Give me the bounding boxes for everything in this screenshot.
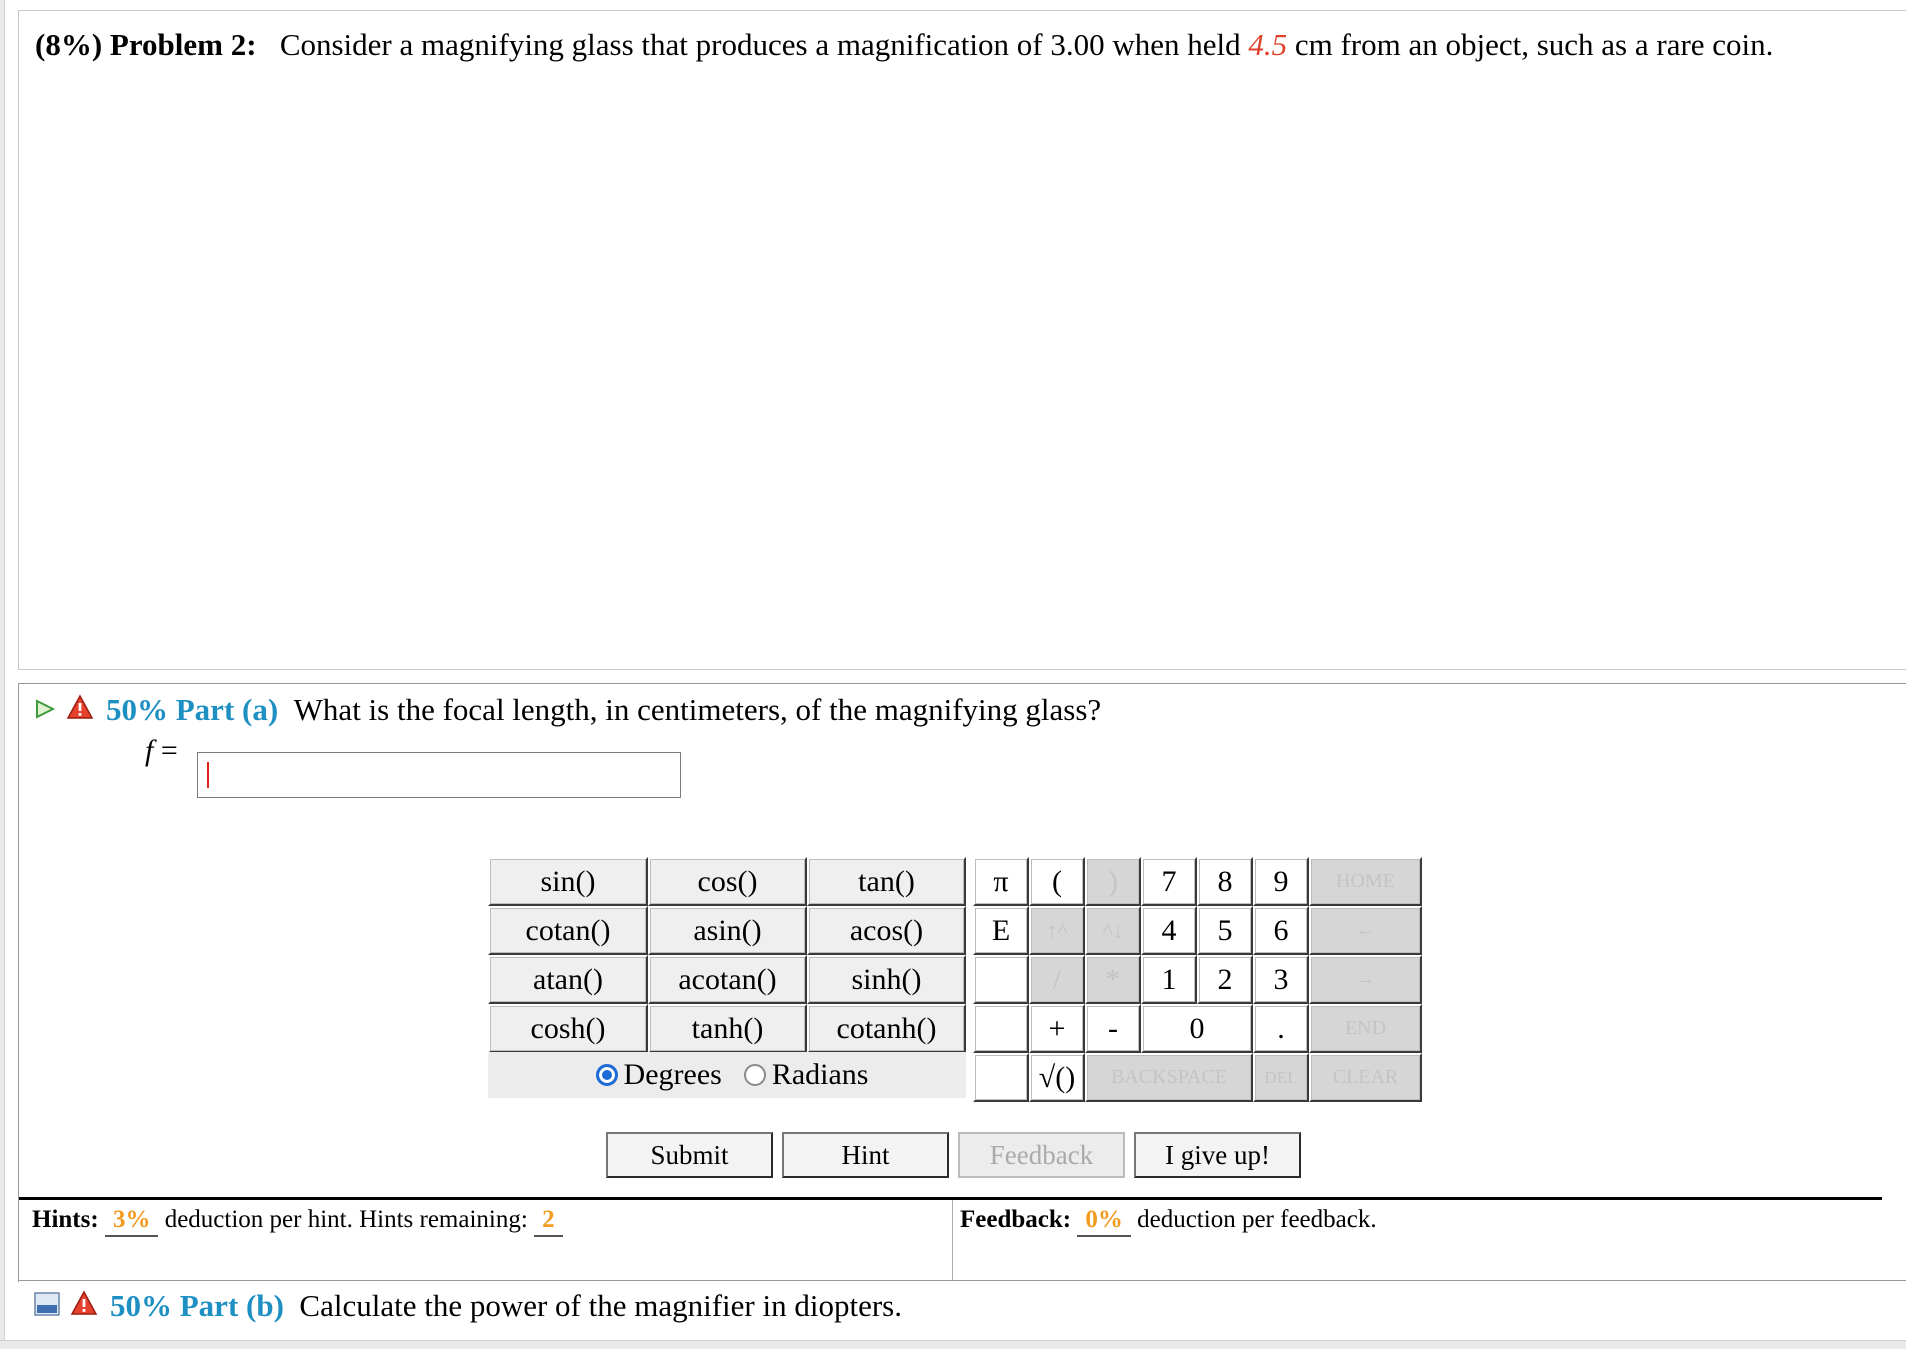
- key-blank-1: [973, 955, 1029, 1004]
- key-sin[interactable]: sin(): [488, 857, 648, 906]
- key-divide[interactable]: /: [1029, 955, 1085, 1004]
- key-acos[interactable]: acos(): [807, 906, 966, 955]
- key-dot[interactable]: .: [1253, 1004, 1309, 1053]
- degrees-radio[interactable]: [595, 1064, 618, 1086]
- hints-label: Hints:: [32, 1206, 99, 1233]
- hints-remaining: 2: [534, 1205, 563, 1237]
- hints-info: Hints: 3% deduction per hint. Hints rema…: [32, 1205, 563, 1237]
- hints-text: deduction per hint. Hints remaining:: [158, 1206, 535, 1233]
- problem-text-after: cm from an object, such as a rare coin.: [1287, 27, 1774, 62]
- feedback-text: deduction per feedback.: [1130, 1206, 1377, 1233]
- key-close-paren[interactable]: ): [1085, 857, 1141, 906]
- key-0[interactable]: 0: [1141, 1004, 1253, 1053]
- key-tan[interactable]: tan(): [807, 857, 966, 906]
- key-sqrt[interactable]: √(): [1029, 1053, 1085, 1102]
- key-end[interactable]: END: [1309, 1004, 1422, 1053]
- problem-percent: (8%): [35, 27, 103, 62]
- key-blank-2: [973, 1004, 1029, 1053]
- key-8[interactable]: 8: [1197, 857, 1253, 906]
- key-cos[interactable]: cos(): [648, 857, 807, 906]
- feedback-deduction: 0%: [1077, 1205, 1131, 1237]
- warning-icon-b: [70, 1288, 98, 1324]
- key-pi[interactable]: π: [973, 857, 1029, 906]
- answer-input[interactable]: [197, 752, 681, 798]
- warning-icon: [66, 692, 94, 728]
- degrees-label: Degrees: [623, 1058, 722, 1091]
- part-b-label: Part (b): [179, 1288, 284, 1323]
- key-backspace[interactable]: BACKSPACE: [1085, 1053, 1253, 1102]
- part-a-percent: 50%: [106, 692, 168, 727]
- problem-label: Problem 2:: [109, 27, 257, 62]
- key-7[interactable]: 7: [1141, 857, 1197, 906]
- expand-panel-icon[interactable]: [34, 1288, 60, 1324]
- key-9[interactable]: 9: [1253, 857, 1309, 906]
- key-caret-down[interactable]: ^↓: [1085, 906, 1141, 955]
- key-multiply[interactable]: *: [1085, 955, 1141, 1004]
- problem-box: (8%) Problem 2: Consider a magnifying gl…: [18, 10, 1906, 670]
- part-b-divider: [18, 1280, 1906, 1281]
- key-caret-up[interactable]: ↑^: [1029, 906, 1085, 955]
- problem-text-before: Consider a magnifying glass that produce…: [279, 27, 1249, 62]
- key-blank-3: [973, 1053, 1029, 1102]
- answer-label: f =: [145, 734, 178, 768]
- play-arrow-icon[interactable]: [34, 692, 56, 728]
- answer-equals: =: [153, 734, 178, 767]
- radians-label: Radians: [771, 1058, 869, 1091]
- key-del[interactable]: DEL: [1253, 1053, 1309, 1102]
- key-atan[interactable]: atan(): [488, 955, 648, 1004]
- key-acotan[interactable]: acotan(): [648, 955, 807, 1004]
- key-plus[interactable]: +: [1029, 1004, 1085, 1053]
- radians-radio[interactable]: [743, 1064, 766, 1086]
- feedback-label: Feedback:: [960, 1206, 1072, 1233]
- problem-variable: 4.5: [1248, 27, 1288, 62]
- key-sinh[interactable]: sinh(): [807, 955, 966, 1004]
- window-left-frame: [0, 0, 5, 1348]
- hint-button[interactable]: Hint: [782, 1132, 949, 1178]
- feedback-info: Feedback: 0% deduction per feedback.: [960, 1205, 1377, 1237]
- key-open-paren[interactable]: (: [1029, 857, 1085, 906]
- part-a-label: Part (a): [175, 692, 279, 727]
- text-caret: [207, 762, 209, 788]
- key-4[interactable]: 4: [1141, 906, 1197, 955]
- feedback-button[interactable]: Feedback: [958, 1132, 1125, 1178]
- key-cosh[interactable]: cosh(): [488, 1004, 648, 1053]
- part-a-question: What is the focal length, in centimeters…: [293, 692, 1102, 727]
- key-6[interactable]: 6: [1253, 906, 1309, 955]
- key-e[interactable]: E: [973, 906, 1029, 955]
- key-left-arrow[interactable]: ←: [1309, 906, 1422, 955]
- key-minus[interactable]: -: [1085, 1004, 1141, 1053]
- key-asin[interactable]: asin(): [648, 906, 807, 955]
- key-clear[interactable]: CLEAR: [1309, 1053, 1422, 1102]
- submit-button[interactable]: Submit: [606, 1132, 773, 1178]
- key-3[interactable]: 3: [1253, 955, 1309, 1004]
- key-cotanh[interactable]: cotanh(): [807, 1004, 966, 1053]
- key-2[interactable]: 2: [1197, 955, 1253, 1004]
- key-1[interactable]: 1: [1141, 955, 1197, 1004]
- key-home[interactable]: HOME: [1309, 857, 1422, 906]
- part-b-question: Calculate the power of the magnifier in …: [299, 1288, 902, 1323]
- key-5[interactable]: 5: [1197, 906, 1253, 955]
- part-a-header: 50% Part (a) What is the focal length, i…: [34, 692, 1101, 728]
- problem-statement: (8%) Problem 2: Consider a magnifying gl…: [35, 27, 1773, 63]
- key-cotan[interactable]: cotan(): [488, 906, 648, 955]
- key-right-arrow[interactable]: →: [1309, 955, 1422, 1004]
- angle-mode-row: Degrees Radians: [488, 1052, 966, 1098]
- part-b-percent: 50%: [110, 1288, 172, 1323]
- part-b-header[interactable]: 50% Part (b) Calculate the power of the …: [34, 1288, 902, 1324]
- hints-deduction: 3%: [104, 1205, 159, 1237]
- key-tanh[interactable]: tanh(): [648, 1004, 807, 1053]
- give-up-button[interactable]: I give up!: [1134, 1132, 1301, 1178]
